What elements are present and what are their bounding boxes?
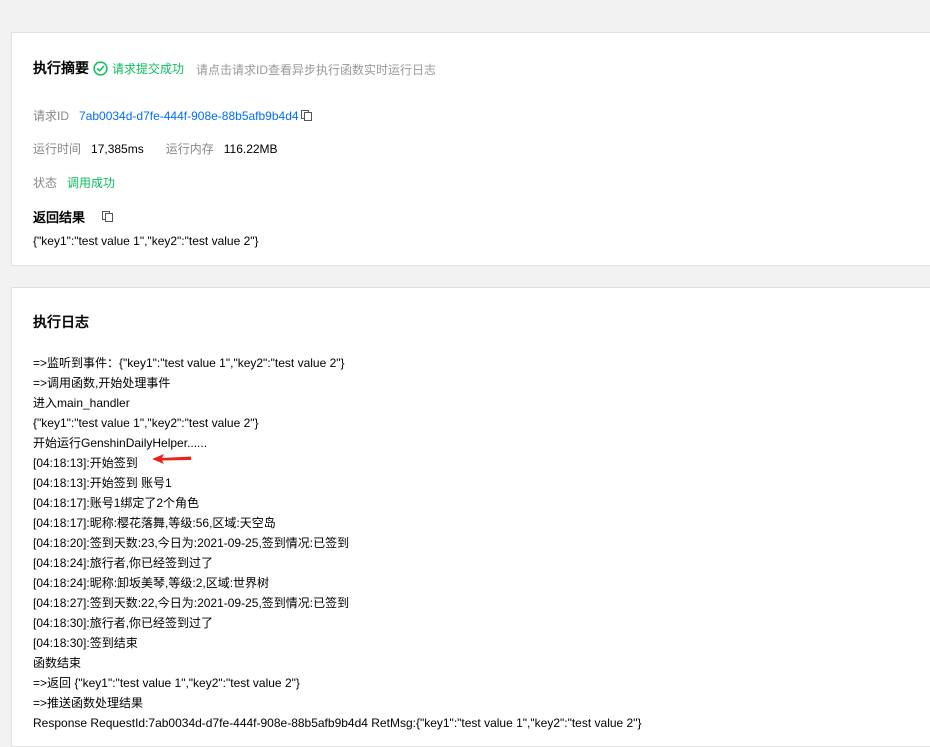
submit-status: 请求提交成功 — [93, 60, 184, 77]
submit-status-text: 请求提交成功 — [112, 62, 185, 76]
log-line: [04:18:17]:昵称:樱花落舞,等级:56,区域:天空岛 — [33, 516, 276, 530]
result-title-row: 返回结果 — [33, 207, 113, 226]
log-line: Response RequestId:7ab0034d-d7fe-444f-90… — [33, 716, 642, 730]
log-line: [04:18:20]:签到天数:23,今日为:2021-09-25,签到情况:已… — [33, 536, 350, 550]
runtime-label: 运行时间 — [33, 142, 82, 156]
log-line: [04:18:27]:签到天数:22,今日为:2021-09-25,签到情况:已… — [33, 596, 350, 610]
result-title: 返回结果 — [33, 211, 86, 226]
log-line: {"key1":"test value 1","key2":"test valu… — [33, 416, 259, 430]
log-line: =>监听到事件：{"key1":"test value 1","key2":"t… — [33, 356, 345, 370]
check-circle-icon — [93, 61, 108, 76]
log-line: =>推送函数处理结果 — [33, 696, 144, 710]
log-line: [04:18:30]:旅行者,你已经签到过了 — [33, 616, 214, 630]
log-line: 函数结束 — [33, 656, 82, 670]
state-value: 调用成功 — [67, 176, 116, 190]
log-line: [04:18:13]:开始签到 — [33, 456, 138, 470]
execution-summary-panel: 执行摘要 请求提交成功 请点击请求ID查看异步执行函数实时运行日志 请求ID 7a… — [11, 32, 930, 266]
summary-hint: 请点击请求ID查看异步执行函数实时运行日志 — [196, 63, 437, 77]
red-arrow-annotation-icon — [152, 454, 191, 464]
runtime-row: 运行时间 17,385ms 运行内存 116.22MB — [33, 140, 278, 157]
request-id-label: 请求ID — [33, 109, 70, 123]
log-line: [04:18:17]:账号1绑定了2个角色 — [33, 496, 200, 510]
log-line: =>返回 {"key1":"test value 1","key2":"test… — [33, 676, 300, 690]
request-id-row: 请求ID 7ab0034d-d7fe-444f-908e-88b5afb9b4d4 — [33, 107, 312, 124]
log-line: =>调用函数,开始处理事件 — [33, 376, 171, 390]
copy-result-icon[interactable] — [101, 211, 113, 226]
request-id-link[interactable]: 7ab0034d-d7fe-444f-908e-88b5afb9b4d4 — [79, 109, 299, 123]
memory-value: 116.22MB — [223, 142, 278, 156]
log-line: [04:18:13]:开始签到 账号1 — [33, 476, 172, 490]
summary-title: 执行摘要 — [33, 61, 89, 77]
execution-log-panel: 执行日志 =>监听到事件：{"key1":"test value 1","key… — [11, 287, 930, 747]
log-title: 执行日志 — [33, 315, 89, 331]
log-list: =>监听到事件：{"key1":"test value 1","key2":"t… — [33, 353, 641, 733]
memory-label: 运行内存 — [165, 142, 214, 156]
log-line: 开始运行GenshinDailyHelper...... — [33, 436, 208, 450]
log-line: [04:18:24]:旅行者,你已经签到过了 — [33, 556, 214, 570]
state-label: 状态 — [33, 176, 58, 190]
state-row: 状态 调用成功 — [33, 174, 115, 191]
runtime-value: 17,385ms — [91, 142, 144, 156]
log-line: 进入main_handler — [33, 396, 130, 410]
log-line: [04:18:30]:签到结束 — [33, 636, 138, 650]
log-line: [04:18:24]:昵称:卸坂美琴,等级:2,区域:世界树 — [33, 576, 270, 590]
copy-icon[interactable] — [300, 109, 312, 124]
result-value: {"key1":"test value 1","key2":"test valu… — [33, 234, 259, 248]
